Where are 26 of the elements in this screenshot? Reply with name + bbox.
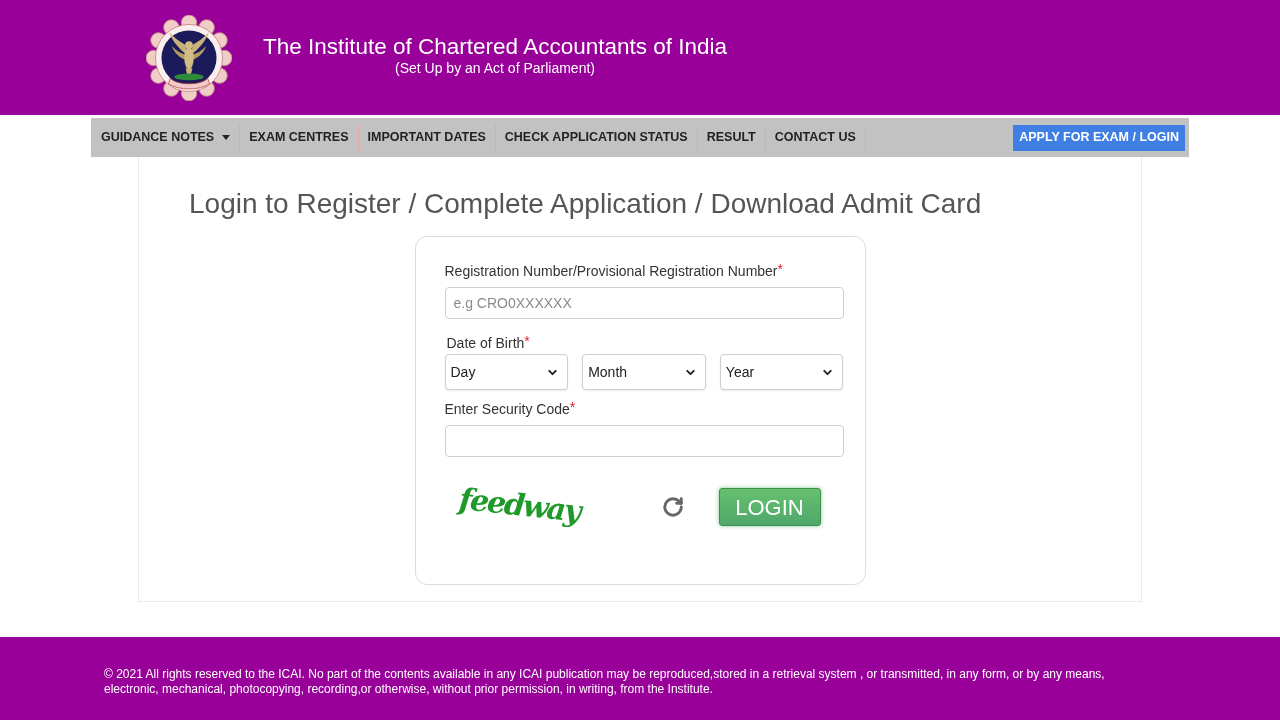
nav-link[interactable]: CONTACT US [765,124,866,151]
field-label: Registration Number/Provisional Registration Number [444,262,778,281]
required-asterisk: * [569,399,576,415]
copyright-text: © 2021 All rights reserved to the ICAI. No part of the contents available in any ICAI publication may be reproduced,stored in a retrieval system , or transmitted, in any form, or by any means, electronic, mechanical, photocopying, recording,or otherwise, without prior permission, in writing, from the Institute. [104,667,1106,697]
text-input[interactable] [444,425,844,457]
date-select[interactable]: Day [444,354,569,390]
apply-login-button[interactable]: APPLY FOR EXAM / LOGIN [1013,124,1185,151]
nav-link[interactable]: EXAM CENTRES [240,124,359,151]
text-input[interactable]: e.g CRO0XXXXXX [444,287,844,319]
captcha-text: feedway [457,482,583,531]
required-asterisk: * [777,261,783,277]
nav-link[interactable]: GUIDANCE NOTES [92,124,241,151]
field-label: Date of Birth [446,334,525,353]
date-select[interactable]: Month [582,354,706,390]
eagle-crest-icon [146,14,232,101]
refresh-icon[interactable] [661,496,684,518]
date-select[interactable]: Year [719,354,844,390]
page-heading: Login to Register / Complete Application / Download Admit Card [189,188,982,220]
required-asterisk: * [524,333,530,349]
site-subtitle: (Set Up by an Act of Parliament) [395,59,595,77]
caret-icon [222,135,231,140]
nav-link[interactable]: IMPORTANT DATES [358,124,496,151]
nav-link[interactable]: RESULT [697,124,766,151]
field-label: Enter Security Code [444,400,570,419]
site-title: The Institute of Chartered Accountants of India [263,34,728,60]
nav-link[interactable]: CHECK APPLICATION STATUS [495,124,698,151]
